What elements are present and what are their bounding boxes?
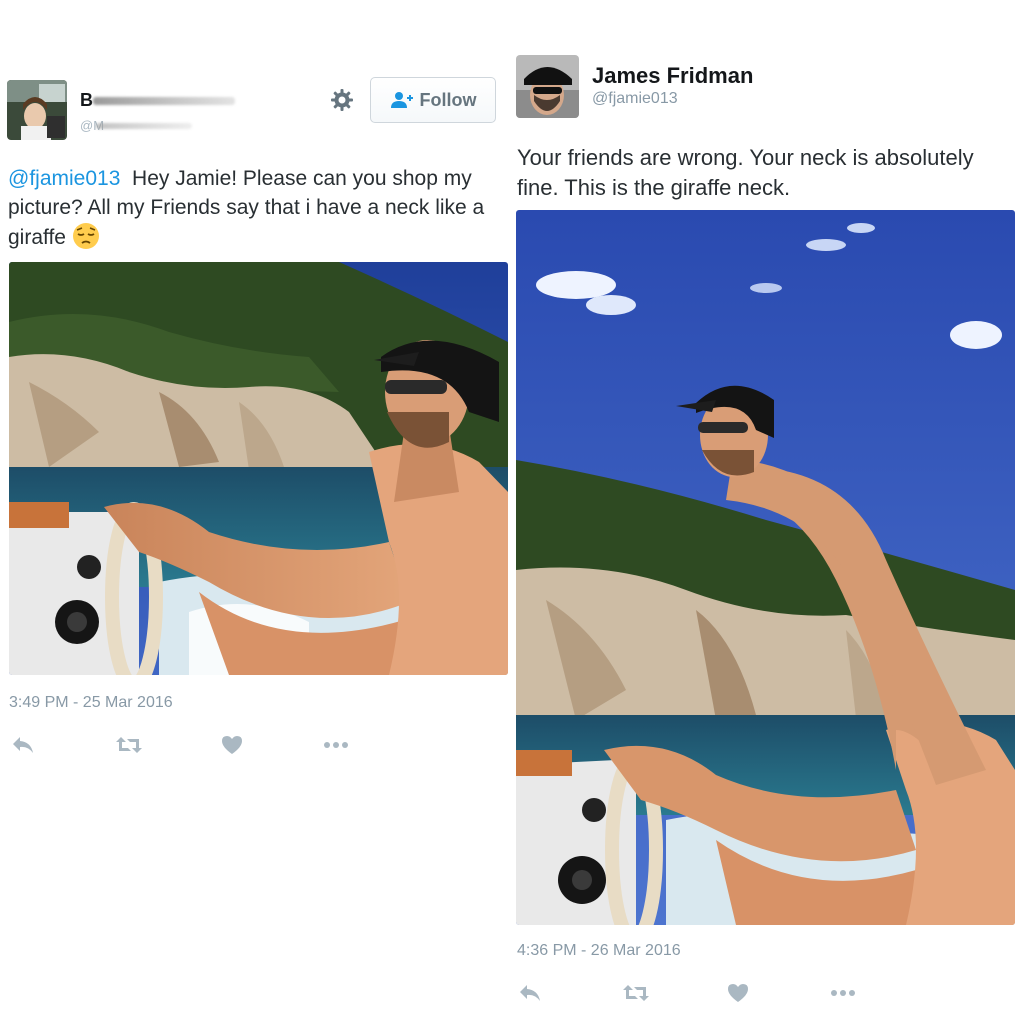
right-avatar[interactable] — [516, 55, 579, 118]
right-display-name[interactable]: James Fridman — [592, 63, 753, 89]
follow-person-icon — [390, 91, 414, 109]
right-handle[interactable]: @fjamie013 — [592, 90, 678, 108]
left-tweet-text: @fjamie013 Hey Jamie! Please can you sho… — [8, 164, 508, 252]
gear-icon[interactable] — [330, 88, 354, 112]
pensive-face-emoji — [72, 222, 100, 250]
reply-icon[interactable] — [516, 982, 544, 1004]
follow-button[interactable]: Follow — [370, 77, 496, 123]
right-timestamp[interactable]: 4:36 PM - 26 Mar 2016 — [517, 942, 681, 960]
reply-icon[interactable] — [9, 734, 37, 756]
left-tweet-photo[interactable] — [9, 262, 508, 675]
censored-handle-bar — [96, 123, 192, 129]
right-tweet-text: Your friends are wrong. Your neck is abs… — [517, 145, 974, 200]
mention-link[interactable]: @fjamie013 — [8, 167, 120, 190]
follow-label: Follow — [419, 89, 477, 110]
left-display-name[interactable]: B — [80, 90, 93, 111]
right-tweet-photo[interactable] — [516, 210, 1015, 925]
more-icon[interactable] — [829, 986, 857, 1000]
left-timestamp[interactable]: 3:49 PM - 25 Mar 2016 — [9, 694, 173, 712]
retweet-icon[interactable] — [621, 982, 651, 1004]
like-icon[interactable] — [220, 734, 244, 756]
left-avatar[interactable] — [7, 80, 67, 140]
censored-name-bar — [93, 97, 235, 105]
retweet-icon[interactable] — [114, 734, 144, 756]
more-icon[interactable] — [322, 738, 350, 752]
like-icon[interactable] — [726, 982, 750, 1004]
